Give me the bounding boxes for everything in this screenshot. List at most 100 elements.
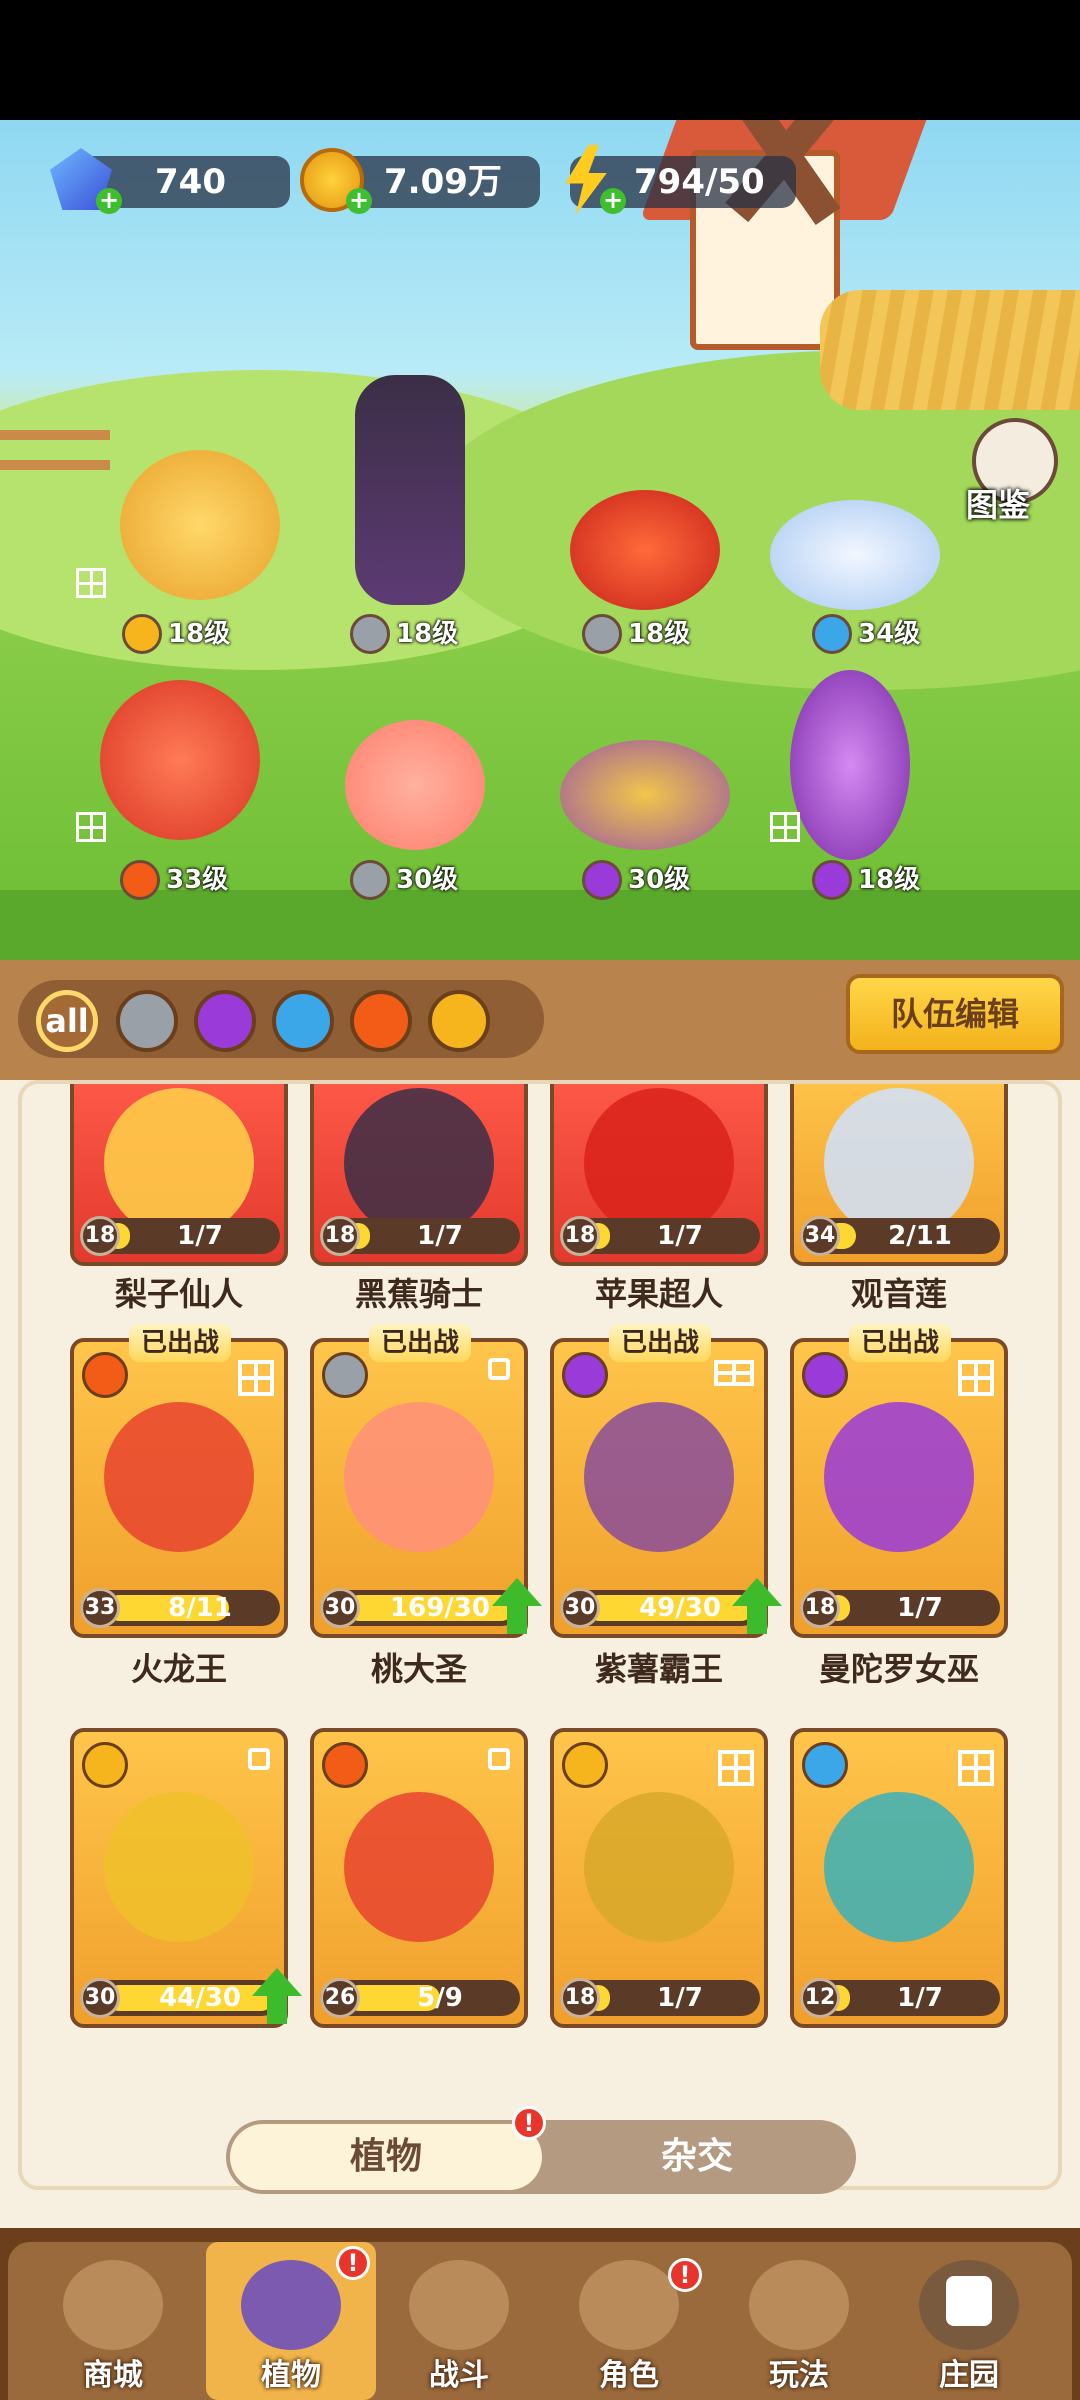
plant-portrait — [824, 1792, 974, 1942]
plant-portrait — [584, 1088, 734, 1238]
lock-icon — [946, 2276, 992, 2326]
plant-portrait — [584, 1402, 734, 1552]
battle-icon — [409, 2260, 509, 2350]
fence — [0, 430, 110, 470]
poison-icon — [582, 860, 622, 900]
energy-value: 794/50 — [634, 162, 765, 202]
shard-progress-bar: 18 1/7 — [800, 1588, 1000, 1628]
thunder-icon — [82, 1742, 128, 1788]
plant-card[interactable]: 12 1/7 — [790, 1728, 1008, 2028]
thunder-icon — [122, 614, 162, 654]
plant-name: 紫薯霸王 — [594, 1650, 723, 1688]
plant-portrait — [824, 1088, 974, 1238]
plant-card[interactable]: 18 1/7 — [70, 1084, 288, 1266]
plant-name: 苹果超人 — [594, 1275, 723, 1313]
poison-icon — [812, 860, 852, 900]
plant-portrait — [104, 1088, 254, 1238]
formation-grid-icon — [76, 568, 106, 598]
hero-peach-sage[interactable] — [345, 720, 485, 850]
plant-card[interactable]: 34 2/11 — [790, 1084, 1008, 1266]
water-icon — [802, 1742, 848, 1788]
hero-lotus[interactable] — [770, 500, 940, 610]
codex-label[interactable]: 图鉴 — [966, 480, 1030, 526]
tab-hybrid[interactable]: 杂交 — [542, 2124, 852, 2190]
formation-grid-icon — [714, 1360, 754, 1386]
gameplay-icon — [749, 2260, 849, 2350]
filter-thunder-button[interactable] — [428, 990, 490, 1052]
formation-grid-icon — [238, 1360, 274, 1396]
poison-icon — [802, 1352, 848, 1398]
plant-card[interactable]: 30 44/30 — [70, 1728, 288, 2028]
thunder-icon — [562, 1742, 608, 1788]
alert-badge: ! — [336, 2246, 370, 2280]
plant-portrait — [104, 1792, 254, 1942]
coin-value: 7.09万 — [384, 162, 502, 202]
plant-portrait — [584, 1792, 734, 1942]
hero-level-tag: 18级 — [350, 612, 480, 656]
fire-icon — [82, 1352, 128, 1398]
add-energy-button[interactable]: + — [600, 188, 626, 214]
hero-level-tag: 30级 — [582, 858, 712, 902]
plant-portrait — [344, 1792, 494, 1942]
formation-grid-icon — [958, 1750, 994, 1786]
shard-progress-bar: 18 1/7 — [320, 1216, 520, 1256]
add-coins-button[interactable]: + — [346, 188, 372, 214]
team-edit-button[interactable]: 队伍编辑 — [846, 974, 1064, 1054]
plant-card[interactable]: 18 1/7 — [550, 1084, 768, 1266]
plant-card[interactable]: 26 5/9 — [310, 1728, 528, 2028]
hero-apple-superman[interactable] — [570, 490, 720, 610]
tab-plants[interactable]: 植物 — [230, 2124, 542, 2190]
shard-progress-bar: 18 1/7 — [560, 1216, 760, 1256]
plant-card[interactable]: 33 8/11 — [70, 1338, 288, 1638]
shop-icon — [63, 2260, 163, 2350]
plant-card[interactable]: 18 1/7 — [550, 1728, 768, 2028]
filter-all-button[interactable]: all — [36, 990, 98, 1052]
hero-purple-yam-overlord[interactable] — [560, 740, 730, 850]
hero-black-banana-knight[interactable] — [355, 375, 465, 605]
hero-level-tag: 33级 — [120, 858, 250, 902]
hero-level-tag: 18级 — [122, 612, 252, 656]
hero-fire-dragon-king[interactable] — [100, 680, 260, 840]
plant-name: 桃大圣 — [370, 1650, 467, 1688]
alert-badge: ! — [668, 2258, 702, 2292]
deployed-badge: 已出战 — [848, 1324, 952, 1362]
formation-grid-icon — [770, 812, 800, 842]
nav-item-shop[interactable]: 商城 — [28, 2242, 198, 2400]
hero-level-tag: 30级 — [350, 858, 480, 902]
nav-item-manor[interactable]: 庄园 — [884, 2242, 1054, 2400]
hay-field — [820, 290, 1080, 410]
filter-sword-button[interactable] — [116, 990, 178, 1052]
alert-badge: ! — [512, 2106, 546, 2140]
formation-slot-icon — [488, 1358, 510, 1380]
plant-name: 黑蕉骑士 — [354, 1275, 483, 1313]
filter-fire-button[interactable] — [350, 990, 412, 1052]
deployed-badge: 已出战 — [608, 1324, 712, 1362]
plant-card[interactable]: 30 169/30 — [310, 1338, 528, 1638]
nav-item-gameplay[interactable]: 玩法 — [714, 2242, 884, 2400]
hero-pear-immortal[interactable] — [120, 450, 280, 600]
hero-datura-witch[interactable] — [790, 670, 910, 860]
add-gems-button[interactable]: + — [96, 188, 122, 214]
filter-poison-button[interactable] — [194, 990, 256, 1052]
shard-progress-bar: 26 5/9 — [320, 1978, 520, 2018]
sword-icon — [350, 614, 390, 654]
sword-icon — [350, 860, 390, 900]
formation-grid-icon — [958, 1360, 994, 1396]
hero-level-tag: 18级 — [812, 858, 942, 902]
bottom-nav-bar: 商城 植物 战斗 角色 玩法 庄园 — [8, 2242, 1072, 2400]
formation-grid-icon — [76, 812, 106, 842]
shard-progress-bar: 18 1/7 — [560, 1978, 760, 2018]
plant-card-list[interactable]: 18 1/7 梨子仙人 18 1/7 黑蕉骑士 18 1/7 苹果超人 34 2/11 … — [18, 1080, 1062, 2190]
plant-name: 梨子仙人 — [114, 1275, 243, 1313]
plant-card[interactable]: 18 1/7 — [310, 1084, 528, 1266]
plant-card[interactable]: 30 49/30 — [550, 1338, 768, 1638]
plant-name: 曼陀罗女巫 — [818, 1650, 979, 1688]
plant-name: 火龙王 — [130, 1650, 227, 1688]
nav-item-battle[interactable]: 战斗 — [374, 2242, 544, 2400]
filter-water-button[interactable] — [272, 990, 334, 1052]
plants-icon — [241, 2260, 341, 2350]
formation-slot-icon — [488, 1748, 510, 1770]
sword-icon — [322, 1352, 368, 1398]
poison-icon — [562, 1352, 608, 1398]
plant-card[interactable]: 18 1/7 — [790, 1338, 1008, 1638]
